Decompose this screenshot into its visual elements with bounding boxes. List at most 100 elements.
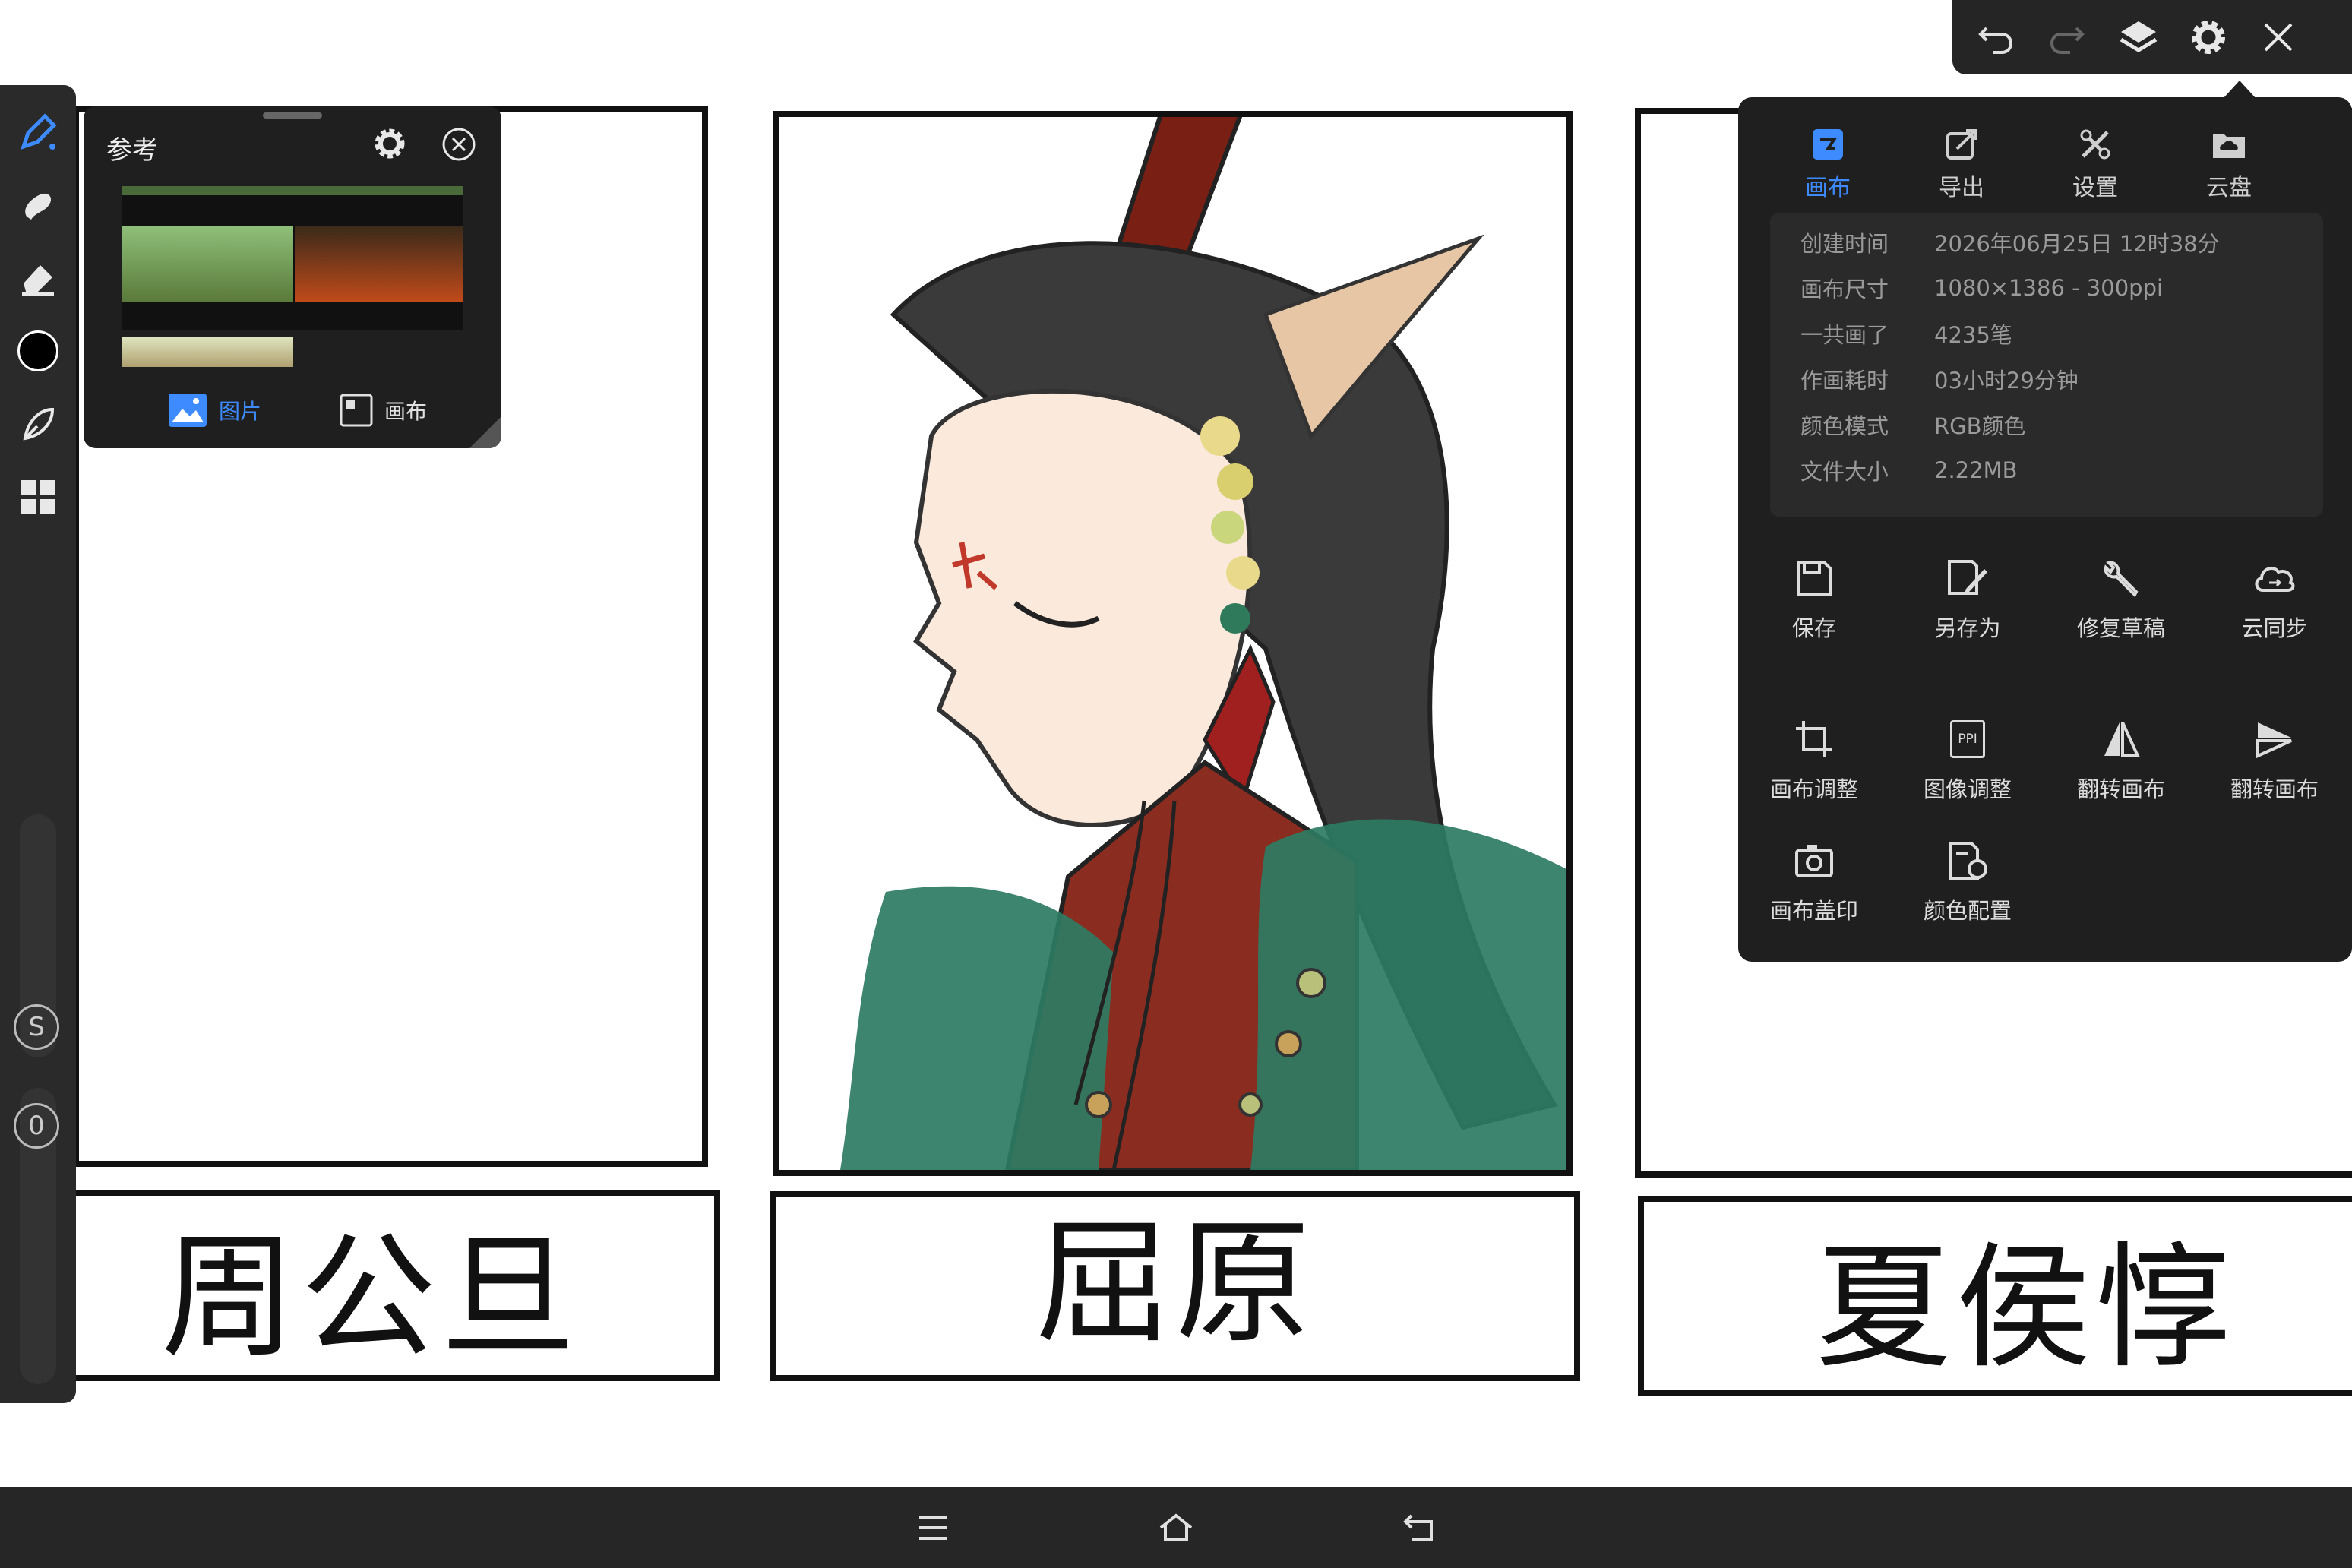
top-toolbar (1952, 0, 2352, 74)
save-button[interactable]: 保存 (1738, 545, 1890, 659)
cloud-sync-label: 云同步 (2241, 615, 2308, 641)
flip-horizontal-icon (2104, 722, 2141, 757)
name-label-left: 周公旦 (161, 1218, 580, 1376)
menu-pointer (2223, 81, 2256, 99)
image-adjust-label: 图像调整 (1923, 776, 2012, 802)
canvas-info-box: 创建时间 2026年06月25日 12时38分 画布尺寸 1080×1386 - 3… (1770, 213, 2323, 517)
info-key: 一共画了 (1800, 322, 1889, 348)
close-icon[interactable] (2256, 15, 2300, 59)
info-key: 画布尺寸 (1800, 277, 1889, 302)
flip-canvas-horizontal-label: 翻转画布 (2076, 776, 2165, 802)
image-adjust-button[interactable]: PPI 图像调整 (1892, 707, 2044, 820)
smudge-icon[interactable] (14, 181, 62, 229)
color-profile-label: 颜色配置 (1923, 898, 2012, 924)
info-value: 03小时29分钟 (1934, 368, 2079, 394)
info-key: 作画耗时 (1800, 368, 1889, 394)
info-row: 一共画了 4235笔 (1800, 315, 2012, 352)
tab-images[interactable]: 图片 (167, 387, 261, 433)
comic-panel-center (773, 111, 1573, 1176)
info-row: 画布尺寸 1080×1386 - 300ppi (1800, 269, 2163, 307)
save-icon (1797, 561, 1832, 596)
canvas-adjust-button[interactable]: 画布调整 (1738, 707, 1890, 820)
info-key: 文件大小 (1800, 459, 1889, 485)
reference-image[interactable] (122, 186, 463, 195)
info-value: 2.22MB (1934, 457, 2018, 483)
tab-canvas-info[interactable]: 画布 (1761, 120, 1895, 211)
eraser-icon[interactable] (14, 254, 62, 302)
name-box-left: 周公旦 (67, 1190, 720, 1381)
home-icon[interactable] (1149, 1501, 1203, 1554)
undo-icon[interactable] (1974, 15, 2018, 59)
save-as-icon (1948, 560, 1987, 595)
reference-image[interactable] (295, 226, 463, 302)
menu-icon[interactable] (906, 1501, 959, 1554)
save-label: 保存 (1791, 615, 1836, 641)
opacity-button[interactable]: 0 (14, 1103, 59, 1149)
info-row: 颜色模式 RGB颜色 (1800, 406, 2026, 444)
reference-panel[interactable]: 参考 图片 画布 (84, 106, 501, 448)
canvas-icon (1813, 129, 1843, 160)
ppi-badge: PPI (1958, 732, 1977, 747)
info-value: 1080×1386 - 300ppi (1934, 275, 2164, 301)
reference-image-grid[interactable] (122, 186, 463, 367)
tab-cloud-drive[interactable]: 云盘 (2162, 120, 2296, 211)
redo-icon[interactable] (2045, 15, 2089, 59)
color-profile-button[interactable]: 颜色配置 (1892, 828, 2044, 942)
close-icon[interactable] (441, 126, 477, 163)
info-row: 作画耗时 03小时29分钟 (1800, 360, 2079, 398)
canvas-menu: 画布 导出 设置 云盘 创建时间 2026年06月25日 12时38分 画布尺寸 1… (1738, 97, 2352, 962)
camera-icon (1795, 845, 1833, 877)
reference-panel-title: 参考 (106, 135, 158, 166)
lasso-icon[interactable] (14, 400, 62, 448)
opacity-button-label: 0 (28, 1111, 45, 1141)
tab-images-label: 图片 (219, 399, 262, 424)
info-key: 颜色模式 (1800, 413, 1889, 439)
size-button[interactable]: S (14, 1004, 59, 1050)
gear-icon[interactable] (2186, 15, 2230, 59)
layers-icon[interactable] (2116, 15, 2161, 59)
flip-canvas-horizontal-button[interactable]: 翻转画布 (2045, 707, 2197, 820)
tab-export-label: 导出 (1939, 175, 1984, 201)
info-value: 2026年06月25日 12时38分 (1934, 231, 2220, 257)
cloud-sync-button[interactable]: 云同步 (2199, 545, 2350, 659)
save-as-button[interactable]: 另存为 (1892, 545, 2044, 659)
color-swatch[interactable] (14, 327, 62, 375)
gear-icon[interactable] (371, 125, 409, 163)
settings-tools-icon (2080, 129, 2110, 160)
info-row: 文件大小 2.22MB (1800, 451, 2018, 489)
flip-vertical-icon (2256, 722, 2292, 759)
flip-canvas-vertical-label: 翻转画布 (2230, 776, 2319, 802)
resize-handle[interactable] (469, 416, 501, 448)
name-box-right: 夏侯惇 (1638, 1196, 2352, 1396)
tab-canvas[interactable]: 画布 (339, 387, 427, 433)
brush-icon[interactable] (14, 108, 62, 156)
reference-image[interactable] (122, 226, 293, 302)
flip-canvas-vertical-button[interactable]: 翻转画布 (2199, 707, 2350, 820)
canvas-adjust-label: 画布调整 (1769, 776, 1858, 802)
drag-handle[interactable] (263, 112, 322, 119)
info-value: RGB颜色 (1934, 413, 2026, 439)
canvas-stamp-button[interactable]: 画布盖印 (1738, 828, 1890, 942)
info-row: 创建时间 2026年06月25日 12时38分 (1800, 223, 2220, 261)
name-box-center: 屈原 (770, 1191, 1580, 1381)
canvas-stamp-label: 画布盖印 (1769, 898, 1858, 924)
tab-settings-label: 设置 (2072, 175, 2118, 201)
reference-image[interactable] (122, 337, 293, 367)
ppi-icon: PPI (1950, 720, 1985, 758)
color-profile-icon (1949, 842, 1987, 880)
tab-canvas-info-label: 画布 (1805, 175, 1851, 201)
character-illustration (840, 117, 1566, 1170)
tab-canvas-label: 画布 (384, 399, 428, 424)
left-toolbar: S 0 (0, 85, 76, 1403)
name-label-center: 屈原 (1035, 1203, 1315, 1361)
crop-icon (1796, 721, 1832, 757)
wrench-icon (2104, 561, 2139, 598)
grid-icon[interactable] (14, 473, 62, 521)
tab-export[interactable]: 导出 (1895, 120, 2028, 211)
image-icon (169, 394, 207, 427)
repair-draft-button[interactable]: 修复草稿 (2045, 545, 2197, 659)
size-button-label: S (28, 1012, 45, 1042)
cloud-sync-icon (2255, 566, 2295, 592)
tab-settings[interactable]: 设置 (2028, 120, 2162, 211)
back-icon[interactable] (1393, 1501, 1446, 1554)
